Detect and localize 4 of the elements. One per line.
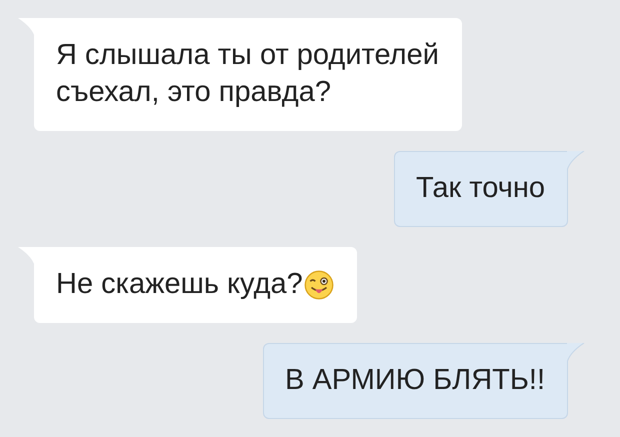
message-text: Не скажешь куда? — [56, 267, 303, 302]
message-text: Я слышала ты от родителей съехал, это правда? — [56, 38, 439, 110]
message-text: Так точно — [416, 171, 545, 206]
message-text: В АРМИЮ БЛЯТЬ!! — [285, 363, 545, 398]
